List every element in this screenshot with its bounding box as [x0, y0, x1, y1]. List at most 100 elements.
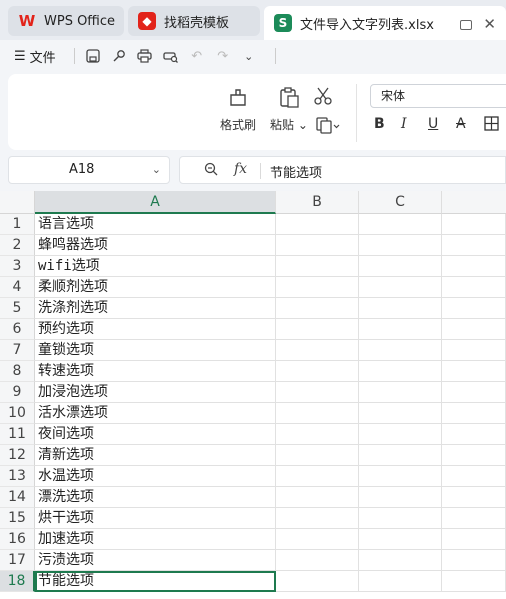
- chevron-down-icon[interactable]: ⌄: [241, 48, 257, 64]
- redo-icon[interactable]: ↷: [215, 48, 231, 64]
- spreadsheet-grid[interactable]: A B C 1 语言选项 2 蜂鸣器选项 3 wifi选项 4 柔顺剂选项 5 洗涤剂选项 6 预约选…: [0, 191, 506, 599]
- cell-c[interactable]: [359, 319, 442, 340]
- save-icon[interactable]: [85, 48, 101, 64]
- cell-c[interactable]: [359, 256, 442, 277]
- cell-d[interactable]: [442, 508, 506, 529]
- cell-c[interactable]: [359, 571, 442, 592]
- cell-b[interactable]: [276, 529, 359, 550]
- cell-c[interactable]: [359, 277, 442, 298]
- tab-spreadsheet-file[interactable]: S 文件导入文字列表.xlsx ✕: [264, 6, 506, 40]
- file-menu[interactable]: ☰ 文件: [14, 47, 56, 66]
- cell-c[interactable]: [359, 403, 442, 424]
- cell-c[interactable]: [359, 466, 442, 487]
- row-header[interactable]: 2: [0, 235, 35, 256]
- chevron-down-icon[interactable]: ⌄: [152, 157, 161, 183]
- close-icon[interactable]: ✕: [483, 15, 496, 33]
- cell-c[interactable]: [359, 361, 442, 382]
- row-header[interactable]: 11: [0, 424, 35, 445]
- cell-c[interactable]: [359, 382, 442, 403]
- row-header[interactable]: 10: [0, 403, 35, 424]
- print-preview-icon[interactable]: [163, 48, 179, 64]
- row-header[interactable]: 16: [0, 529, 35, 550]
- row-header[interactable]: 6: [0, 319, 35, 340]
- strikethrough-icon[interactable]: A: [456, 116, 466, 132]
- cell-a[interactable]: 洗涤剂选项: [35, 298, 276, 319]
- column-header-a[interactable]: A: [35, 191, 276, 214]
- zoom-icon[interactable]: [204, 162, 218, 180]
- cell-b[interactable]: [276, 550, 359, 571]
- cell-b[interactable]: [276, 298, 359, 319]
- column-header-d[interactable]: [442, 191, 506, 214]
- cell-d[interactable]: [442, 466, 506, 487]
- cell-d[interactable]: [442, 382, 506, 403]
- cell-c[interactable]: [359, 529, 442, 550]
- copy-button[interactable]: [315, 116, 341, 134]
- cell-d[interactable]: [442, 529, 506, 550]
- cell-c[interactable]: [359, 214, 442, 235]
- cell-b[interactable]: [276, 361, 359, 382]
- cell-d[interactable]: [442, 550, 506, 571]
- select-all-corner[interactable]: [0, 191, 35, 214]
- column-header-b[interactable]: B: [276, 191, 359, 214]
- row-header[interactable]: 13: [0, 466, 35, 487]
- cell-a[interactable]: 烘干选项: [35, 508, 276, 529]
- cell-b[interactable]: [276, 424, 359, 445]
- bold-icon[interactable]: B: [374, 116, 385, 132]
- cell-b[interactable]: [276, 508, 359, 529]
- cell-a[interactable]: 加速选项: [35, 529, 276, 550]
- cell-b[interactable]: [276, 319, 359, 340]
- cell-d[interactable]: [442, 340, 506, 361]
- cell-d[interactable]: [442, 571, 506, 592]
- cell-b[interactable]: [276, 466, 359, 487]
- cut-button[interactable]: [313, 86, 333, 106]
- cell-a[interactable]: 语言选项: [35, 214, 276, 235]
- cell-c[interactable]: [359, 550, 442, 571]
- row-header[interactable]: 18: [0, 571, 35, 592]
- format-painter-button[interactable]: 格式刷: [220, 86, 256, 133]
- cell-a[interactable]: 预约选项: [35, 319, 276, 340]
- cell-d[interactable]: [442, 214, 506, 235]
- cell-a[interactable]: 污渍选项: [35, 550, 276, 571]
- cell-d[interactable]: [442, 487, 506, 508]
- cell-c[interactable]: [359, 235, 442, 256]
- cell-d[interactable]: [442, 277, 506, 298]
- cell-c[interactable]: [359, 298, 442, 319]
- cell-a[interactable]: 转速选项: [35, 361, 276, 382]
- cell-a[interactable]: 水温选项: [35, 466, 276, 487]
- window-icon[interactable]: [460, 20, 472, 30]
- cell-c[interactable]: [359, 424, 442, 445]
- cell-a[interactable]: 活水漂选项: [35, 403, 276, 424]
- cell-b[interactable]: [276, 214, 359, 235]
- borders-icon[interactable]: [484, 116, 499, 135]
- tab-wps-office[interactable]: W WPS Office: [8, 6, 124, 36]
- cell-a[interactable]: 加浸泡选项: [35, 382, 276, 403]
- undo-icon[interactable]: ↶: [189, 48, 205, 64]
- cell-b[interactable]: [276, 403, 359, 424]
- row-header[interactable]: 12: [0, 445, 35, 466]
- tab-daoke-templates[interactable]: ◆ 找稻壳模板: [128, 6, 260, 36]
- cell-c[interactable]: [359, 508, 442, 529]
- row-header[interactable]: 14: [0, 487, 35, 508]
- cell-d[interactable]: [442, 361, 506, 382]
- cell-b[interactable]: [276, 235, 359, 256]
- cell-a[interactable]: 柔顺剂选项: [35, 277, 276, 298]
- cell-b[interactable]: [276, 571, 359, 592]
- cell-d[interactable]: [442, 256, 506, 277]
- column-header-c[interactable]: C: [359, 191, 442, 214]
- cell-d[interactable]: [442, 424, 506, 445]
- row-header[interactable]: 1: [0, 214, 35, 235]
- brush-icon[interactable]: [111, 48, 127, 64]
- row-header[interactable]: 8: [0, 361, 35, 382]
- cell-c[interactable]: [359, 445, 442, 466]
- row-header[interactable]: 4: [0, 277, 35, 298]
- cell-d[interactable]: [442, 445, 506, 466]
- row-header[interactable]: 7: [0, 340, 35, 361]
- print-icon[interactable]: [137, 48, 153, 64]
- underline-icon[interactable]: U: [428, 116, 438, 132]
- cell-a[interactable]: 漂洗选项: [35, 487, 276, 508]
- cell-a[interactable]: 童锁选项: [35, 340, 276, 361]
- cell-a[interactable]: 节能选项: [35, 571, 276, 592]
- name-box[interactable]: A18 ⌄: [8, 156, 170, 184]
- row-header[interactable]: 17: [0, 550, 35, 571]
- cell-b[interactable]: [276, 340, 359, 361]
